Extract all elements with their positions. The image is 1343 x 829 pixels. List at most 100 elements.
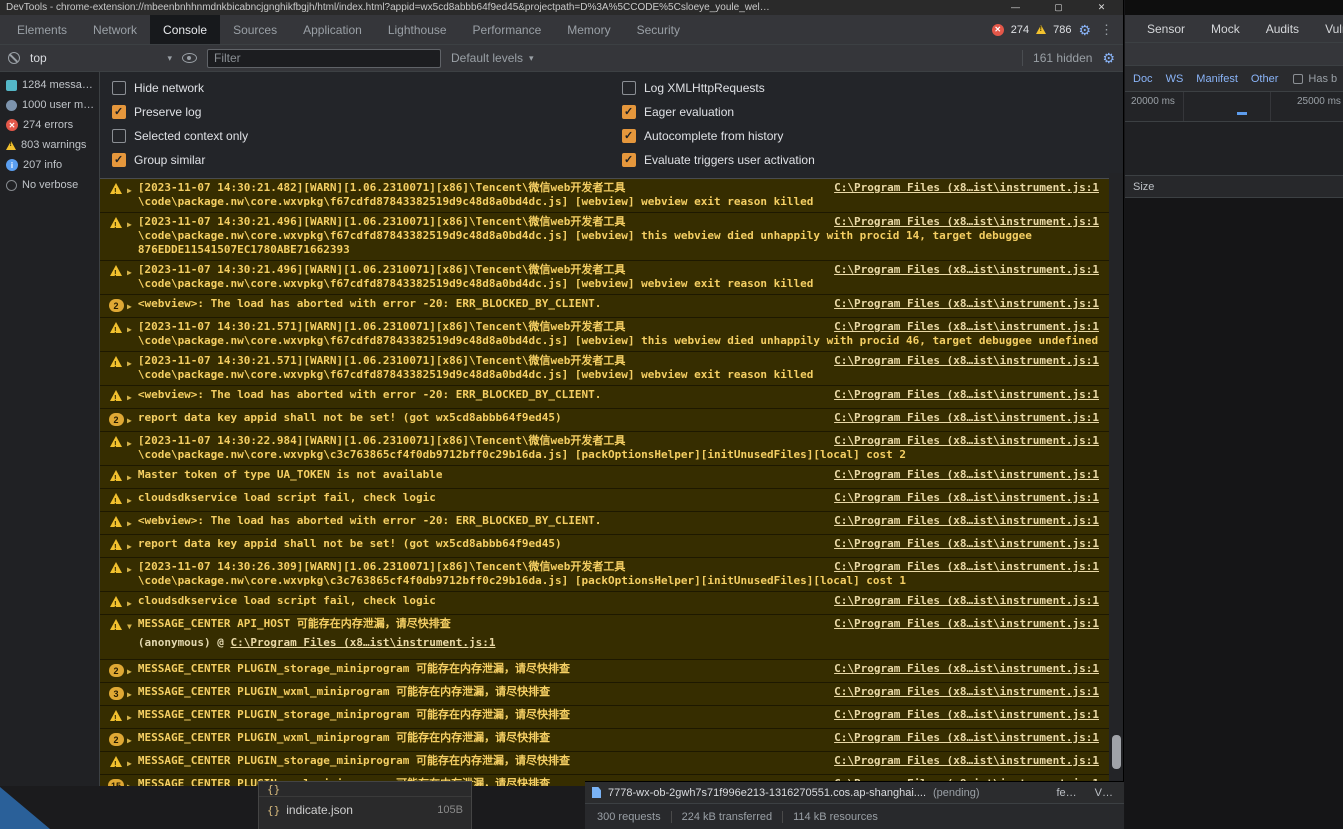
source-link[interactable]: C:\Program Files (x8…ist\instrument.js:1 [834, 560, 1099, 574]
warning-count[interactable]: 786 [1053, 24, 1071, 36]
source-link[interactable]: C:\Program Files (x8…ist\instrument.js:1 [834, 468, 1099, 482]
console-message[interactable]: 2 ▶ MESSAGE_CENTER PLUGIN_storage_miniprog… [100, 660, 1109, 683]
expand-caret-icon[interactable]: ▶ [127, 665, 132, 679]
source-link[interactable]: C:\Program Files (x8…ist\instrument.js:1 [834, 297, 1099, 311]
expand-caret-icon[interactable]: ▶ [127, 266, 132, 280]
expand-caret-icon[interactable]: ▶ [127, 688, 132, 702]
source-link[interactable]: C:\Program Files (x8…ist\instrument.js:1 [834, 215, 1099, 229]
expand-caret-icon[interactable]: ▼ [127, 620, 132, 634]
source-link[interactable]: C:\Program Files (x8…ist\instrument.js:1 [834, 514, 1099, 528]
source-link[interactable]: C:\Program Files (x8…ist\instrument.js:1 [834, 181, 1099, 195]
source-link[interactable]: C:\Program Files (x8…ist\instrument.js:1 [834, 320, 1099, 334]
expand-caret-icon[interactable]: ▶ [127, 757, 132, 771]
clear-console-icon[interactable] [8, 52, 20, 64]
console-message[interactable]: 2 ▶ report data key appid shall not be set… [100, 409, 1109, 432]
filter-input[interactable] [207, 48, 441, 68]
expand-caret-icon[interactable]: ▶ [127, 563, 132, 577]
tab-vulne[interactable]: Vulne [1325, 22, 1343, 36]
stack-source-link[interactable]: C:\Program Files (x8…ist\instrument.js:1 [231, 636, 496, 649]
source-link[interactable]: C:\Program Files (x8…ist\instrument.js:1 [834, 354, 1099, 368]
network-request-row[interactable]: 7778-wx-ob-2gwh7s71f996e213-1316270551.c… [585, 782, 1124, 804]
tab-audits[interactable]: Audits [1266, 22, 1299, 36]
sidebar-filter-item[interactable]: 1000 user m… [0, 95, 99, 115]
expand-caret-icon[interactable]: ▶ [127, 414, 132, 428]
source-link[interactable]: C:\Program Files (x8…ist\instrument.js:1 [834, 754, 1099, 768]
setting-hide-network[interactable]: Hide network [112, 81, 622, 95]
console-scrollbar[interactable] [1109, 173, 1123, 829]
tab-mock[interactable]: Mock [1211, 22, 1240, 36]
source-link[interactable]: C:\Program Files (x8…ist\instrument.js:1 [834, 263, 1099, 277]
size-column-header[interactable]: Size [1125, 176, 1343, 198]
setting-autocomplete-from-history[interactable]: Autocomplete from history [622, 129, 815, 143]
expand-caret-icon[interactable]: ▶ [127, 711, 132, 725]
console-message[interactable]: ▶[2023-11-07 14:30:21.571][WARN][1.06.23… [100, 318, 1109, 352]
filter-doc[interactable]: Doc [1133, 73, 1153, 85]
context-selector[interactable]: top ▾ [30, 51, 172, 65]
setting-selected-context-only[interactable]: Selected context only [112, 129, 622, 143]
console-message[interactable]: ▶report data key appid shall not be set!… [100, 535, 1109, 558]
expand-caret-icon[interactable]: ▶ [127, 300, 132, 314]
source-link[interactable]: C:\Program Files (x8…ist\instrument.js:1 [834, 537, 1099, 551]
tab-sources[interactable]: Sources [220, 15, 290, 44]
sidebar-filter-item[interactable]: 274 errors [0, 115, 99, 135]
sidebar-filter-item[interactable]: No verbose [0, 175, 99, 195]
console-message[interactable]: ▶<webview>: The load has aborted with er… [100, 512, 1109, 535]
error-count[interactable]: 274 [1011, 24, 1029, 36]
devtools-settings-gear-icon[interactable]: ⚙ [1078, 23, 1091, 37]
console-message[interactable]: ▶[2023-11-07 14:30:21.496][WARN][1.06.23… [100, 261, 1109, 295]
source-link[interactable]: C:\Program Files (x8…ist\instrument.js:1 [834, 491, 1099, 505]
console-message[interactable]: ▶MESSAGE_CENTER PLUGIN_storage_miniprogr… [100, 706, 1109, 729]
source-link[interactable]: C:\Program Files (x8…ist\instrument.js:1 [834, 617, 1099, 631]
tab-application[interactable]: Application [290, 15, 375, 44]
sidebar-filter-item[interactable]: 803 warnings [0, 135, 99, 155]
tab-console[interactable]: Console [150, 15, 221, 44]
expand-caret-icon[interactable]: ▶ [127, 540, 132, 554]
tab-memory[interactable]: Memory [554, 15, 623, 44]
expand-caret-icon[interactable]: ▶ [127, 184, 132, 198]
source-link[interactable]: C:\Program Files (x8…ist\instrument.js:1 [834, 388, 1099, 402]
filter-ws[interactable]: WS [1166, 73, 1184, 85]
error-count-icon[interactable] [991, 23, 1004, 36]
source-link[interactable]: C:\Program Files (x8…ist\instrument.js:1 [834, 411, 1099, 425]
source-link[interactable]: C:\Program Files (x8…ist\instrument.js:1 [834, 731, 1099, 745]
source-link[interactable]: C:\Program Files (x8…ist\instrument.js:1 [834, 685, 1099, 699]
log-levels-dropdown[interactable]: Default levels ▾ [451, 51, 534, 65]
source-link[interactable]: C:\Program Files (x8…ist\instrument.js:1 [834, 708, 1099, 722]
minimize-button[interactable]: — [994, 0, 1037, 15]
expand-caret-icon[interactable]: ▶ [127, 734, 132, 748]
console-message[interactable]: ▶[2023-11-07 14:30:26.309][WARN][1.06.23… [100, 558, 1109, 592]
console-message[interactable]: ▶[2023-11-07 14:30:21.482][WARN][1.06.23… [100, 179, 1109, 213]
console-message[interactable]: 2 ▶ <webview>: The load has aborted with e… [100, 295, 1109, 318]
tab-lighthouse[interactable]: Lighthouse [375, 15, 460, 44]
setting-group-similar[interactable]: Group similar [112, 153, 622, 167]
expand-caret-icon[interactable]: ▶ [127, 218, 132, 232]
expand-caret-icon[interactable]: ▶ [127, 357, 132, 371]
sidebar-filter-item[interactable]: 207 info [0, 155, 99, 175]
console-message[interactable]: ▶cloudsdkservice load script fail, check… [100, 489, 1109, 512]
close-button[interactable]: ✕ [1080, 0, 1123, 15]
file-row[interactable]: {} indicate.json 105B [259, 797, 471, 823]
console-message[interactable]: ▶<webview>: The load has aborted with er… [100, 386, 1109, 409]
tab-performance[interactable]: Performance [460, 15, 555, 44]
filter-manifest[interactable]: Manifest [1196, 73, 1238, 85]
expand-caret-icon[interactable]: ▶ [127, 597, 132, 611]
console-message[interactable]: 2 ▶ MESSAGE_CENTER PLUGIN_wxml_miniprogram… [100, 729, 1109, 752]
sidebar-filter-item[interactable]: 1284 messa… [0, 75, 99, 95]
eye-icon[interactable] [182, 53, 197, 63]
console-message[interactable]: ▶[2023-11-07 14:30:21.496][WARN][1.06.23… [100, 213, 1109, 261]
console-message[interactable]: ▼MESSAGE_CENTER API_HOST 可能存在内存泄漏，请尽快排查(… [100, 615, 1109, 660]
has-blocked-filter[interactable]: Has b [1293, 73, 1337, 85]
console-message[interactable]: 3 ▶ MESSAGE_CENTER PLUGIN_wxml_miniprogram… [100, 683, 1109, 706]
setting-eager-evaluation[interactable]: Eager evaluation [622, 105, 815, 119]
source-link[interactable]: C:\Program Files (x8…ist\instrument.js:1 [834, 434, 1099, 448]
expand-caret-icon[interactable]: ▶ [127, 471, 132, 485]
maximize-button[interactable]: ▢ [1037, 0, 1080, 15]
expand-caret-icon[interactable]: ▶ [127, 391, 132, 405]
file-row[interactable]: {} [259, 782, 471, 797]
console-message[interactable]: ▶MESSAGE_CENTER PLUGIN_storage_miniprogr… [100, 752, 1109, 775]
source-link[interactable]: C:\Program Files (x8…ist\instrument.js:1 [834, 594, 1099, 608]
expand-caret-icon[interactable]: ▶ [127, 517, 132, 531]
tab-security[interactable]: Security [624, 15, 693, 44]
console-message[interactable]: ▶[2023-11-07 14:30:22.984][WARN][1.06.23… [100, 432, 1109, 466]
source-link[interactable]: C:\Program Files (x8…ist\instrument.js:1 [834, 662, 1099, 676]
